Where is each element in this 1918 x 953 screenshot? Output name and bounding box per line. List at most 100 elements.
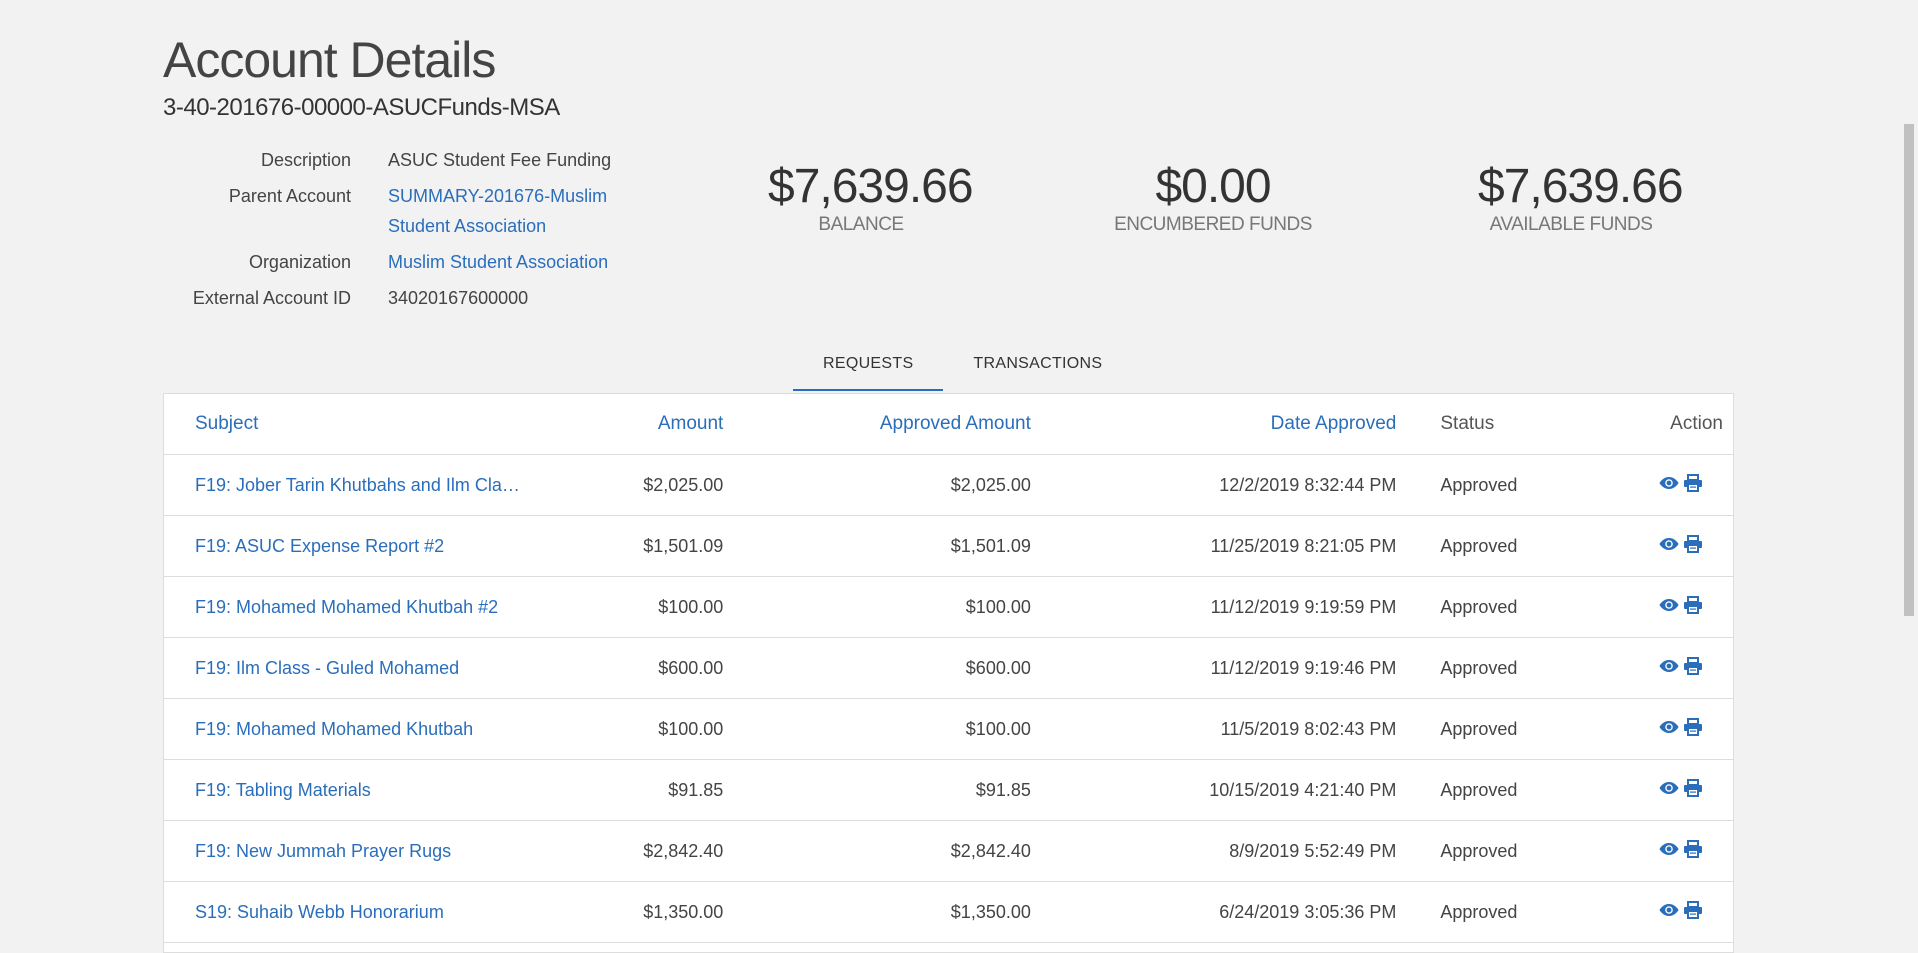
- table-row: S19: Suhaib Webb Honorarium $1,350.00 $1…: [164, 882, 1733, 943]
- request-approved-amount: $1,350.00: [950, 901, 1031, 922]
- available-label: AVAILABLE FUNDS: [1489, 214, 1653, 235]
- request-amount: $2,842.40: [643, 840, 724, 861]
- request-actions: [1586, 656, 1733, 680]
- page-scrollbar[interactable]: [1900, 0, 1918, 950]
- tab-requests[interactable]: REQUESTS: [793, 343, 944, 391]
- available-amount: $7,639.66: [1478, 160, 1684, 213]
- external-id-label: External Account ID: [192, 288, 351, 308]
- request-actions: [1586, 778, 1733, 802]
- table-header: Subject Amount Approved Amount Date Appr…: [164, 394, 1733, 455]
- table-row: F19: Mohamed Mohamed Khutbah #2 $100.00 …: [164, 577, 1733, 638]
- table-row: F19: New Jummah Prayer Rugs $2,842.40 $2…: [164, 821, 1733, 882]
- request-actions: [1586, 473, 1733, 497]
- eye-icon[interactable]: [1659, 535, 1679, 553]
- request-actions: [1586, 534, 1733, 558]
- tab-bar: REQUESTS TRANSACTIONS: [793, 343, 1132, 391]
- request-approved-amount: $91.85: [975, 779, 1031, 800]
- request-subject-link[interactable]: F19: Mohamed Mohamed Khutbah: [164, 719, 534, 740]
- request-date-approved: 11/12/2019 9:19:59 PM: [1210, 596, 1397, 617]
- request-amount: $100.00: [658, 718, 724, 739]
- request-subject-link[interactable]: F19: Ilm Class - Guled Mohamed: [164, 658, 534, 679]
- header-status: Status: [1440, 413, 1495, 434]
- table-row: F19: Tabling Materials $91.85 $91.85 10/…: [164, 760, 1733, 821]
- request-actions: [1586, 595, 1733, 619]
- description-value: ASUC Student Fee Funding: [388, 150, 612, 170]
- request-date-approved: 10/15/2019 4:21:40 PM: [1209, 779, 1397, 800]
- header-approved-amount[interactable]: Approved Amount: [723, 413, 1031, 435]
- request-actions: [1586, 717, 1733, 741]
- description-label: Description: [260, 150, 351, 170]
- table-row: F19: Mohamed Mohamed Khutbah $100.00 $10…: [164, 699, 1733, 760]
- eye-icon[interactable]: [1659, 474, 1679, 492]
- request-amount: $1,350.00: [643, 901, 724, 922]
- request-actions: [1586, 839, 1733, 863]
- request-amount: $91.85: [668, 779, 724, 800]
- balance-label: BALANCE: [818, 214, 904, 235]
- header-subject[interactable]: Subject: [164, 413, 534, 435]
- request-date-approved: 11/25/2019 8:21:05 PM: [1210, 535, 1397, 556]
- requests-table: Subject Amount Approved Amount Date Appr…: [163, 393, 1734, 953]
- request-amount: $1,501.09: [643, 535, 724, 556]
- request-amount: $600.00: [658, 657, 724, 678]
- organization-link[interactable]: Muslim Student Association: [388, 247, 648, 277]
- request-approved-amount: $100.00: [965, 718, 1031, 739]
- header-date-approved[interactable]: Date Approved: [1031, 413, 1397, 435]
- detail-row-external-id: External Account ID 34020167600000: [163, 283, 663, 313]
- printer-icon[interactable]: [1683, 717, 1703, 736]
- header-action: Action: [1670, 413, 1723, 434]
- parent-account-link[interactable]: SUMMARY-201676-Muslim Student Associatio…: [388, 181, 648, 241]
- page-title: Account Details: [163, 32, 496, 88]
- parent-account-label: Parent Account: [228, 186, 351, 206]
- printer-icon[interactable]: [1683, 839, 1703, 858]
- request-approved-amount: $1,501.09: [950, 535, 1031, 556]
- request-date-approved: 11/5/2019 8:02:43 PM: [1220, 718, 1397, 739]
- request-status: Approved: [1440, 596, 1518, 617]
- table-body: F19: Jober Tarin Khutbahs and Ilm Cla… $…: [164, 455, 1733, 943]
- detail-row-description: Description ASUC Student Fee Funding: [163, 145, 663, 175]
- request-date-approved: 8/9/2019 5:52:49 PM: [1229, 840, 1397, 861]
- eye-icon[interactable]: [1659, 779, 1679, 797]
- table-row: F19: Jober Tarin Khutbahs and Ilm Cla… $…: [164, 455, 1733, 516]
- printer-icon[interactable]: [1683, 595, 1703, 614]
- printer-icon[interactable]: [1683, 900, 1703, 919]
- request-status: Approved: [1440, 779, 1518, 800]
- available-stat: $7,639.66 AVAILABLE FUNDS: [1478, 160, 1684, 236]
- eye-icon[interactable]: [1659, 718, 1679, 736]
- eye-icon[interactable]: [1659, 901, 1679, 919]
- request-status: Approved: [1440, 901, 1518, 922]
- tab-transactions[interactable]: TRANSACTIONS: [943, 343, 1132, 391]
- scrollbar-thumb[interactable]: [1904, 124, 1914, 616]
- request-amount: $2,025.00: [643, 474, 724, 495]
- request-approved-amount: $2,842.40: [950, 840, 1031, 861]
- table-row: F19: ASUC Expense Report #2 $1,501.09 $1…: [164, 516, 1733, 577]
- request-subject-link[interactable]: F19: New Jummah Prayer Rugs: [164, 841, 534, 862]
- printer-icon[interactable]: [1683, 473, 1703, 492]
- header-amount[interactable]: Amount: [534, 413, 723, 435]
- request-subject-link[interactable]: F19: Tabling Materials: [164, 780, 534, 801]
- printer-icon[interactable]: [1683, 778, 1703, 797]
- request-status: Approved: [1440, 657, 1518, 678]
- encumbered-stat: $0.00 ENCUMBERED FUNDS: [1110, 160, 1316, 236]
- request-subject-link[interactable]: F19: ASUC Expense Report #2: [164, 536, 534, 557]
- request-amount: $100.00: [658, 596, 724, 617]
- eye-icon[interactable]: [1659, 657, 1679, 675]
- table-row: F19: Ilm Class - Guled Mohamed $600.00 $…: [164, 638, 1733, 699]
- eye-icon[interactable]: [1659, 840, 1679, 858]
- eye-icon[interactable]: [1659, 596, 1679, 614]
- encumbered-label: ENCUMBERED FUNDS: [1114, 214, 1312, 235]
- request-status: Approved: [1440, 840, 1518, 861]
- balance-amount: $7,639.66: [768, 160, 974, 213]
- request-date-approved: 11/12/2019 9:19:46 PM: [1210, 657, 1397, 678]
- printer-icon[interactable]: [1683, 534, 1703, 553]
- account-code: 3-40-201676-00000-ASUCFunds-MSA: [163, 94, 560, 121]
- request-date-approved: 12/2/2019 8:32:44 PM: [1219, 474, 1397, 495]
- request-subject-link[interactable]: S19: Suhaib Webb Honorarium: [164, 902, 534, 923]
- request-status: Approved: [1440, 474, 1518, 495]
- request-status: Approved: [1440, 535, 1518, 556]
- request-subject-link[interactable]: F19: Jober Tarin Khutbahs and Ilm Cla…: [164, 475, 534, 496]
- request-date-approved: 6/24/2019 3:05:36 PM: [1219, 901, 1397, 922]
- printer-icon[interactable]: [1683, 656, 1703, 675]
- encumbered-amount: $0.00: [1155, 160, 1271, 213]
- request-subject-link[interactable]: F19: Mohamed Mohamed Khutbah #2: [164, 597, 534, 618]
- detail-row-parent: Parent Account SUMMARY-201676-Muslim Stu…: [163, 181, 663, 241]
